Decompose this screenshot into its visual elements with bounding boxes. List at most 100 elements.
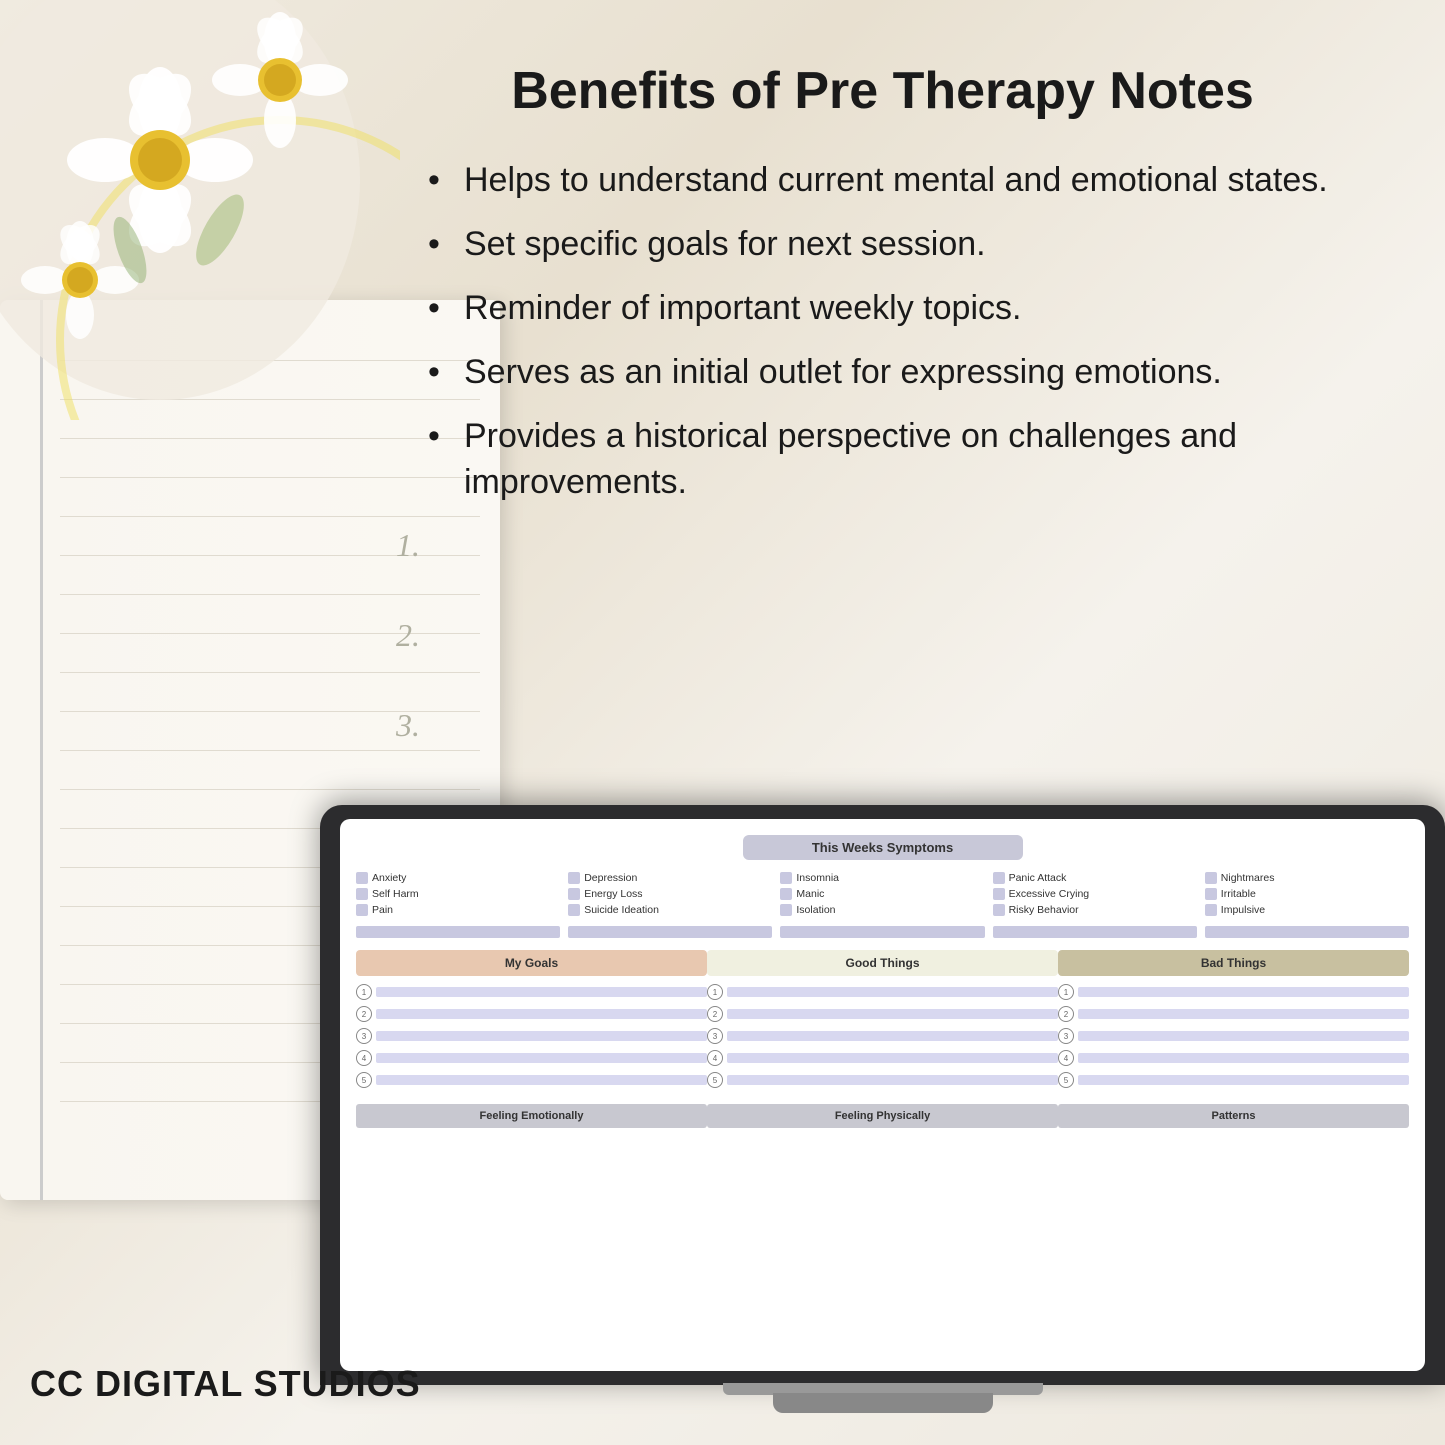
bad-column: Bad Things 1 2 3: [1058, 950, 1409, 1094]
good-row-4: 4: [707, 1050, 1058, 1066]
extra-box-5[interactable]: [1205, 926, 1409, 938]
page-title: Benefits of Pre Therapy Notes: [400, 60, 1365, 122]
three-column-section: My Goals 1 2 3: [350, 950, 1415, 1094]
goal-line-4[interactable]: [376, 1053, 707, 1063]
symptom-label-anxiety: Anxiety: [372, 872, 406, 884]
benefit-item: Serves as an initial outlet for expressi…: [420, 350, 1365, 396]
checkbox-nightmares[interactable]: [1205, 872, 1217, 884]
good-num-4: 4: [707, 1050, 723, 1066]
symptom-insomnia: Insomnia: [780, 872, 984, 884]
checkbox-isolation[interactable]: [780, 904, 792, 916]
goals-column: My Goals 1 2 3: [356, 950, 707, 1094]
symptom-suicide: Suicide Ideation: [568, 904, 772, 916]
checkbox-anxiety[interactable]: [356, 872, 368, 884]
bad-num-1: 1: [1058, 984, 1074, 1000]
goal-line-1[interactable]: [376, 987, 707, 997]
checkbox-insomnia[interactable]: [780, 872, 792, 884]
feeling-emotionally-label: Feeling Emotionally: [356, 1104, 707, 1128]
extra-box-3[interactable]: [780, 926, 984, 938]
checkbox-selfharm[interactable]: [356, 888, 368, 900]
good-header: Good Things: [707, 950, 1058, 976]
good-row-3: 3: [707, 1028, 1058, 1044]
bad-row-2: 2: [1058, 1006, 1409, 1022]
goal-num-3: 3: [356, 1028, 372, 1044]
good-num-1: 1: [707, 984, 723, 1000]
extra-symptom-boxes: [350, 926, 1415, 938]
symptom-label-suicide: Suicide Ideation: [584, 904, 659, 916]
good-line-5[interactable]: [727, 1075, 1058, 1085]
symptom-excessive-crying: Excessive Crying: [993, 888, 1197, 900]
goal-num-1: 1: [356, 984, 372, 1000]
goal-line-5[interactable]: [376, 1075, 707, 1085]
checkbox-excessive-crying[interactable]: [993, 888, 1005, 900]
goal-line-2[interactable]: [376, 1009, 707, 1019]
bad-line-5[interactable]: [1078, 1075, 1409, 1085]
symptom-label-nightmares: Nightmares: [1221, 872, 1275, 884]
symptom-irritable: Irritable: [1205, 888, 1409, 900]
goal-line-3[interactable]: [376, 1031, 707, 1041]
bottom-labels: Feeling Emotionally Feeling Physically P…: [350, 1104, 1415, 1128]
good-line-1[interactable]: [727, 987, 1058, 997]
screen-content: This Weeks Symptoms Anxiety Depression: [340, 819, 1425, 1144]
checkbox-manic[interactable]: [780, 888, 792, 900]
good-row-1: 1: [707, 984, 1058, 1000]
goal-row-4: 4: [356, 1050, 707, 1066]
checkbox-energyloss[interactable]: [568, 888, 580, 900]
laptop-screen: This Weeks Symptoms Anxiety Depression: [340, 819, 1425, 1371]
good-line-3[interactable]: [727, 1031, 1058, 1041]
symptom-label-risky: Risky Behavior: [1009, 904, 1079, 916]
checkbox-risky[interactable]: [993, 904, 1005, 916]
bad-row-3: 3: [1058, 1028, 1409, 1044]
checkbox-depression[interactable]: [568, 872, 580, 884]
good-num-3: 3: [707, 1028, 723, 1044]
good-num-2: 2: [707, 1006, 723, 1022]
bad-row-5: 5: [1058, 1072, 1409, 1088]
symptom-energyloss: Energy Loss: [568, 888, 772, 900]
goal-num-5: 5: [356, 1072, 372, 1088]
benefit-item: Reminder of important weekly topics.: [420, 286, 1365, 332]
symptom-label-selfharm: Self Harm: [372, 888, 419, 900]
bad-num-5: 5: [1058, 1072, 1074, 1088]
goals-header: My Goals: [356, 950, 707, 976]
main-content: Benefits of Pre Therapy Notes Helps to u…: [360, 20, 1425, 576]
benefit-item: Provides a historical perspective on cha…: [420, 414, 1365, 506]
bad-line-2[interactable]: [1078, 1009, 1409, 1019]
benefits-list: Helps to understand current mental and e…: [420, 158, 1365, 505]
bad-line-3[interactable]: [1078, 1031, 1409, 1041]
symptom-label-impulsive: Impulsive: [1221, 904, 1265, 916]
laptop-body: This Weeks Symptoms Anxiety Depression: [320, 805, 1445, 1385]
good-column: Good Things 1 2 3: [707, 950, 1058, 1094]
patterns-label: Patterns: [1058, 1104, 1409, 1128]
symptom-anxiety: Anxiety: [356, 872, 560, 884]
bad-row-4: 4: [1058, 1050, 1409, 1066]
checkbox-panic[interactable]: [993, 872, 1005, 884]
symptom-label-energyloss: Energy Loss: [584, 888, 642, 900]
laptop-device: This Weeks Symptoms Anxiety Depression: [320, 745, 1445, 1385]
symptoms-header: This Weeks Symptoms: [743, 835, 1023, 860]
goal-num-4: 4: [356, 1050, 372, 1066]
feeling-physically-label: Feeling Physically: [707, 1104, 1058, 1128]
bad-line-1[interactable]: [1078, 987, 1409, 997]
laptop-base: [773, 1393, 993, 1413]
symptom-pain: Pain: [356, 904, 560, 916]
goal-num-2: 2: [356, 1006, 372, 1022]
extra-box-2[interactable]: [568, 926, 772, 938]
symptom-manic: Manic: [780, 888, 984, 900]
good-row-5: 5: [707, 1072, 1058, 1088]
symptom-label-depression: Depression: [584, 872, 637, 884]
checkbox-irritable[interactable]: [1205, 888, 1217, 900]
checkbox-suicide[interactable]: [568, 904, 580, 916]
good-line-4[interactable]: [727, 1053, 1058, 1063]
good-line-2[interactable]: [727, 1009, 1058, 1019]
extra-box-1[interactable]: [356, 926, 560, 938]
symptom-isolation: Isolation: [780, 904, 984, 916]
extra-box-4[interactable]: [993, 926, 1197, 938]
symptom-label-irritable: Irritable: [1221, 888, 1256, 900]
checkbox-impulsive[interactable]: [1205, 904, 1217, 916]
symptom-nightmares: Nightmares: [1205, 872, 1409, 884]
brand-text: CC DIGITAL STUDIOS: [30, 1363, 421, 1405]
bad-line-4[interactable]: [1078, 1053, 1409, 1063]
goal-row-2: 2: [356, 1006, 707, 1022]
checkbox-pain[interactable]: [356, 904, 368, 916]
benefit-item: Helps to understand current mental and e…: [420, 158, 1365, 204]
